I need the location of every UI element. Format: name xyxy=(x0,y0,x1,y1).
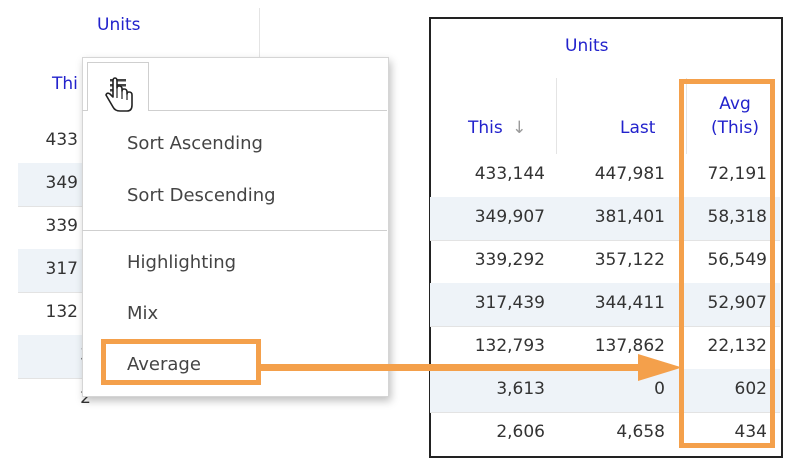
left-cell: 339 xyxy=(45,216,78,236)
left-cell: 317 xyxy=(45,259,78,279)
cell-last: 447,981 xyxy=(594,164,665,184)
cell-last: 381,401 xyxy=(594,207,665,227)
cell-last: 357,122 xyxy=(594,250,665,270)
column-header-last[interactable]: Last xyxy=(620,118,655,138)
column-divider xyxy=(556,78,557,154)
left-this-header[interactable]: Thi xyxy=(52,74,78,94)
callout-arrow-icon xyxy=(258,354,682,381)
menu-item-highlighting[interactable]: Highlighting xyxy=(127,252,236,273)
sort-down-arrow-icon: ↓ xyxy=(512,118,527,138)
cell-this: 433,144 xyxy=(474,164,545,184)
menu-tab[interactable] xyxy=(87,62,149,112)
units-group-header: Units xyxy=(565,36,609,56)
menu-item-mix[interactable]: Mix xyxy=(127,303,158,324)
left-cell: 433 xyxy=(45,130,78,150)
left-cell: 132 xyxy=(45,302,78,322)
average-item-highlight xyxy=(101,339,261,385)
column-header-this[interactable]: This ↓ xyxy=(468,118,526,138)
left-cell: 349 xyxy=(45,173,78,193)
cell-last: 4,658 xyxy=(616,422,665,442)
avg-column-highlight xyxy=(679,79,775,448)
menu-item-sort-descending[interactable]: Sort Descending xyxy=(127,185,276,206)
menu-item-sort-ascending[interactable]: Sort Ascending xyxy=(127,133,263,154)
cell-this: 2,606 xyxy=(496,422,545,442)
cell-this: 339,292 xyxy=(474,250,545,270)
menu-divider xyxy=(82,230,387,231)
cell-last: 344,411 xyxy=(594,293,665,313)
left-units-header: Units xyxy=(97,15,141,35)
hand-pointer-icon xyxy=(105,77,133,112)
cell-this: 349,907 xyxy=(474,207,545,227)
cell-this: 317,439 xyxy=(474,293,545,313)
this-header-label: This xyxy=(468,118,503,138)
